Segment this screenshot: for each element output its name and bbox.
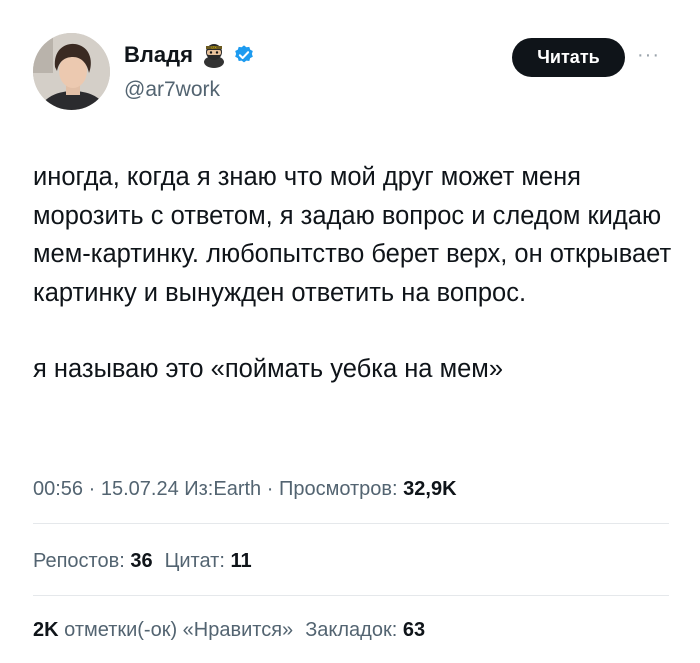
author-name-row: Владя LTX	[124, 42, 255, 68]
divider	[33, 523, 669, 524]
tweet-paragraph: иногда, когда я знаю что мой друг может …	[33, 163, 672, 307]
more-options-icon[interactable]: ···	[637, 44, 660, 67]
reposts-label: Репостов:	[33, 550, 131, 572]
divider	[33, 595, 669, 596]
likes-stat[interactable]: 2K отметки(-ок) «Нравится»	[33, 619, 293, 641]
likes-count: 2K	[33, 619, 59, 641]
reposts-count: 36	[130, 550, 153, 572]
reposts-stat[interactable]: Репостов: 36	[33, 550, 153, 572]
engagement-stats-row-2: 2K отметки(-ок) «Нравится» Закладок: 63	[33, 619, 425, 642]
separator-dot: ·	[261, 478, 279, 500]
engagement-stats-row-1: Репостов: 36 Цитат: 11	[33, 550, 252, 573]
avatar[interactable]	[33, 33, 110, 110]
bookmarks-label: Закладок:	[305, 619, 403, 641]
tweet-date[interactable]: 15.07.24	[101, 478, 179, 500]
views-label: Просмотров:	[278, 478, 404, 500]
ninja-emoji-icon: LTX	[201, 42, 227, 68]
tweet-source: Из:Earth	[178, 478, 262, 500]
tweet-meta: 00:56 · 15.07.24 Из:Earth · Просмотров: …	[33, 478, 457, 501]
tweet-time[interactable]: 00:56	[33, 478, 83, 500]
tweet-text: иногда, когда я знаю что мой друг может …	[33, 158, 673, 389]
avatar-photo	[33, 33, 110, 110]
author-handle[interactable]: @ar7work	[124, 78, 220, 102]
tweet-paragraph: я называю это «поймать уебка на мем»	[33, 355, 503, 383]
bookmarks-stat[interactable]: Закладок: 63	[305, 619, 425, 641]
quotes-label: Цитат:	[164, 550, 231, 572]
follow-button[interactable]: Читать	[512, 38, 625, 77]
svg-text:LTX: LTX	[211, 46, 216, 50]
quotes-stat[interactable]: Цитат: 11	[165, 550, 252, 572]
views-count: 32,9K	[403, 478, 457, 500]
bookmarks-count: 63	[402, 619, 426, 641]
separator-dot: ·	[83, 478, 101, 500]
likes-label: отметки(-ок) «Нравится»	[58, 619, 294, 641]
author-name[interactable]: Владя	[124, 42, 193, 68]
quotes-count: 11	[230, 550, 252, 572]
verified-badge-icon	[233, 44, 255, 66]
